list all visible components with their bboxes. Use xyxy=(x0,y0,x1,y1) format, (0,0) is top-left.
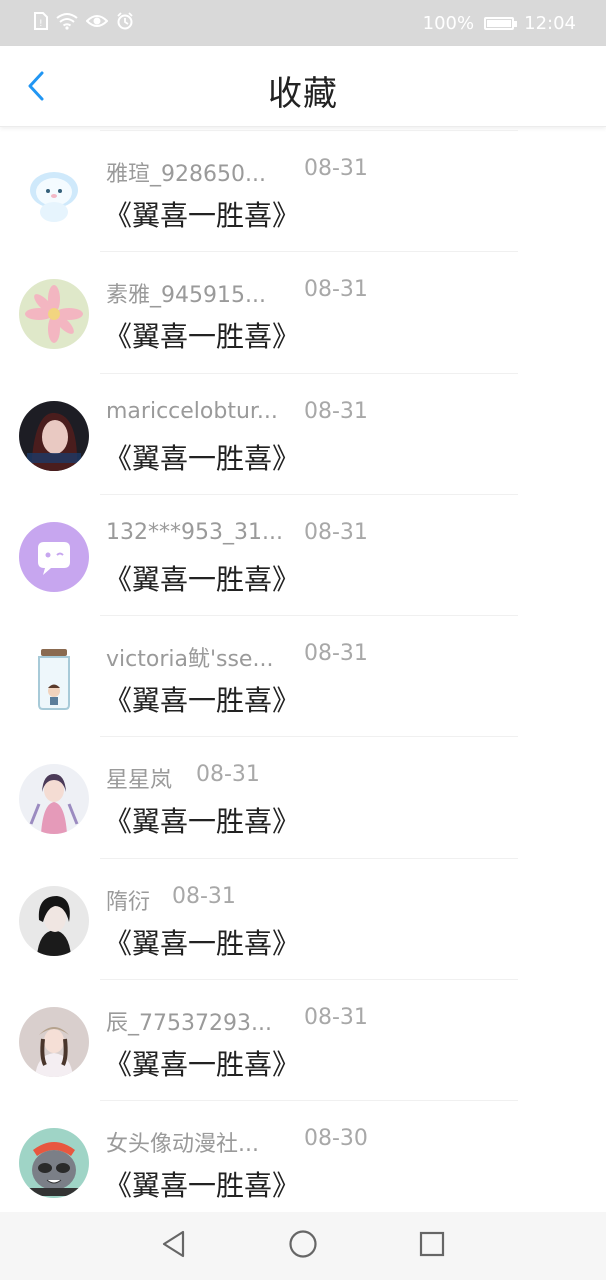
alarm-icon xyxy=(116,11,134,35)
user-name: 辰_77537293... xyxy=(106,1011,272,1037)
divider xyxy=(100,130,518,131)
status-right: 100% 12:04 xyxy=(423,13,576,34)
user-name: 132***953_31... xyxy=(106,519,283,545)
avatar[interactable] xyxy=(19,1128,89,1199)
book-title: 《翼喜一胜喜》 xyxy=(104,199,301,232)
battery-fill xyxy=(487,19,512,27)
book-title: 《翼喜一胜喜》 xyxy=(104,926,301,960)
item-date: 08-31 xyxy=(196,762,260,788)
book-title: 《翼喜一胜喜》 xyxy=(104,805,301,839)
item-date: 08-31 xyxy=(304,277,368,303)
nav-recents-button[interactable] xyxy=(412,1226,452,1266)
book-title: 《翼喜一胜喜》 xyxy=(104,562,301,596)
book-title: 《翼喜一胜喜》 xyxy=(104,320,301,354)
divider xyxy=(100,1100,518,1102)
divider xyxy=(100,251,518,253)
list-item[interactable]: mariccelobtur... 08-31 《翼喜一胜喜》 xyxy=(0,372,606,494)
avatar[interactable] xyxy=(19,1007,89,1078)
item-date: 08-31 xyxy=(304,156,368,181)
user-name: 雅瑄_928650... xyxy=(106,162,266,187)
list-item[interactable]: 隋衍 08-31 《翼喜一胜喜》 xyxy=(0,857,606,979)
wifi-icon xyxy=(56,12,78,35)
item-date: 08-31 xyxy=(172,883,236,909)
user-name: mariccelobtur... xyxy=(106,398,278,424)
battery-icon xyxy=(484,16,518,30)
divider xyxy=(100,372,518,374)
list-item[interactable]: 辰_77537293... 08-31 《翼喜一胜喜》 xyxy=(0,979,606,1100)
status-bar: ! 100% 12:04 xyxy=(0,0,606,46)
nav-home-button[interactable] xyxy=(283,1226,323,1266)
user-name: 星星岚 xyxy=(106,768,173,794)
battery-percent: 100% xyxy=(422,12,475,34)
page-title: 收藏 xyxy=(268,74,338,114)
divider xyxy=(100,857,518,859)
user-name: 素雅_945915... xyxy=(106,283,266,309)
avatar[interactable] xyxy=(19,521,89,592)
list-item[interactable]: 女头像动漫社... 08-30 《翼喜一胜喜》 xyxy=(0,1100,606,1221)
clock: 12:04 xyxy=(524,12,576,34)
divider xyxy=(100,493,518,495)
list-item[interactable]: 132***953_31... 08-31 《翼喜一胜喜》 xyxy=(0,493,606,615)
avatar[interactable] xyxy=(19,158,89,228)
system-nav-bar xyxy=(0,1212,606,1280)
favorites-list: 雅瑄_928650... 08-31 《翼喜一胜喜》 素雅_945915... … xyxy=(0,130,606,1222)
list-item[interactable]: 素雅_945915... 08-31 《翼喜一胜喜》 xyxy=(0,251,606,372)
list-item[interactable]: victoria鱿'sse... 08-31 《翼喜一胜喜》 xyxy=(0,615,606,736)
list-item[interactable]: 星星岚 08-31 《翼喜一胜喜》 xyxy=(0,736,606,857)
user-name: victoria鱿'sse... xyxy=(106,647,274,673)
avatar[interactable] xyxy=(19,279,89,350)
user-name: 隋衍 xyxy=(106,889,151,915)
book-title: 《翼喜一胜喜》 xyxy=(104,441,301,475)
item-date: 08-31 xyxy=(304,519,368,545)
avatar[interactable] xyxy=(19,885,89,956)
app-header: 收藏 xyxy=(0,46,606,127)
avatar[interactable] xyxy=(19,764,89,835)
eye-icon xyxy=(85,13,109,34)
divider xyxy=(100,615,518,617)
svg-text:!: ! xyxy=(39,19,43,29)
sim-icon: ! xyxy=(34,11,48,35)
circle-home-icon xyxy=(288,1229,318,1263)
item-date: 08-31 xyxy=(304,641,368,667)
nav-back-button[interactable] xyxy=(154,1226,194,1266)
item-date: 08-31 xyxy=(304,1005,368,1031)
list-item[interactable]: 雅瑄_928650... 08-31 《翼喜一胜喜》 xyxy=(0,130,606,251)
book-title: 《翼喜一胜喜》 xyxy=(104,684,301,718)
book-title: 《翼喜一胜喜》 xyxy=(104,1048,301,1082)
avatar[interactable] xyxy=(19,400,89,471)
avatar[interactable] xyxy=(19,643,89,714)
status-icons: ! xyxy=(34,11,134,35)
divider xyxy=(100,736,518,738)
item-date: 08-31 xyxy=(304,398,368,424)
triangle-back-icon xyxy=(161,1230,187,1262)
divider xyxy=(100,979,518,981)
item-date: 08-30 xyxy=(304,1126,368,1152)
square-recents-icon xyxy=(419,1231,445,1261)
book-title: 《翼喜一胜喜》 xyxy=(104,1169,301,1203)
user-name: 女头像动漫社... xyxy=(106,1132,259,1158)
